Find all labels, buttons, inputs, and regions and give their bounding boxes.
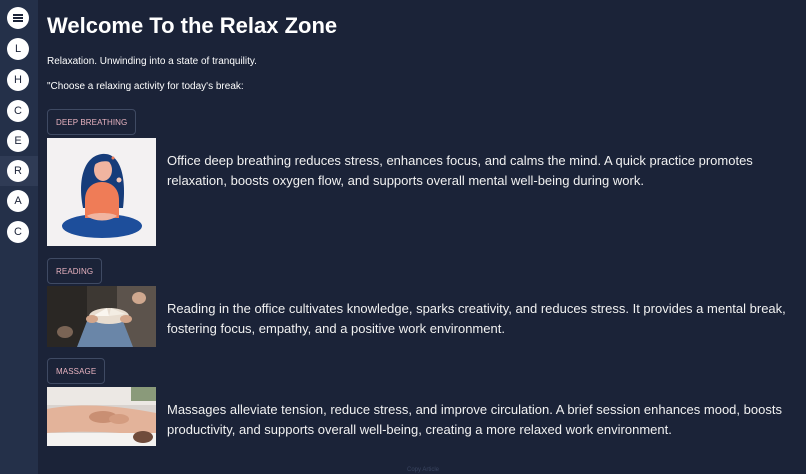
hamburger-menu-icon [13,14,23,22]
sidebar-item-l[interactable]: L [7,38,29,60]
page-title: Welcome To the Relax Zone [47,13,338,38]
deep-breathing-button[interactable]: Deep breathing [47,109,137,135]
main-content: Welcome To the Relax Zone Relaxation. Un… [47,0,799,474]
sidebar-item-c-2[interactable]: C [7,221,29,243]
footer-text: Copy Article [406,467,439,473]
sidebar-item-e[interactable]: E [7,130,29,152]
massage-description: Massages alleviate tension, reduce stres… [167,402,782,437]
page-subtitle: Relaxation. Unwinding into a state of tr… [47,56,257,67]
activity-prompt: "Choose a relaxing activity for today's … [47,81,244,92]
sidebar-item-a[interactable]: A [7,190,29,212]
person-reading-book-photo [47,286,156,347]
back-massage-photo [47,387,156,446]
reading-description: Reading in the office cultivates knowled… [167,301,786,336]
massage-button[interactable]: Massage [47,358,106,384]
meditating-woman-illustration [47,138,156,246]
sidebar-item-h[interactable]: H [7,69,29,91]
deep-breathing-description: Office deep breathing reduces stress, en… [167,153,753,188]
sidebar-item-r[interactable]: R [7,160,29,182]
menu-toggle-button[interactable] [7,7,29,29]
reading-button[interactable]: Reading [47,258,103,284]
sidebar: L H C E R A C [0,0,38,474]
sidebar-item-c[interactable]: C [7,100,29,122]
